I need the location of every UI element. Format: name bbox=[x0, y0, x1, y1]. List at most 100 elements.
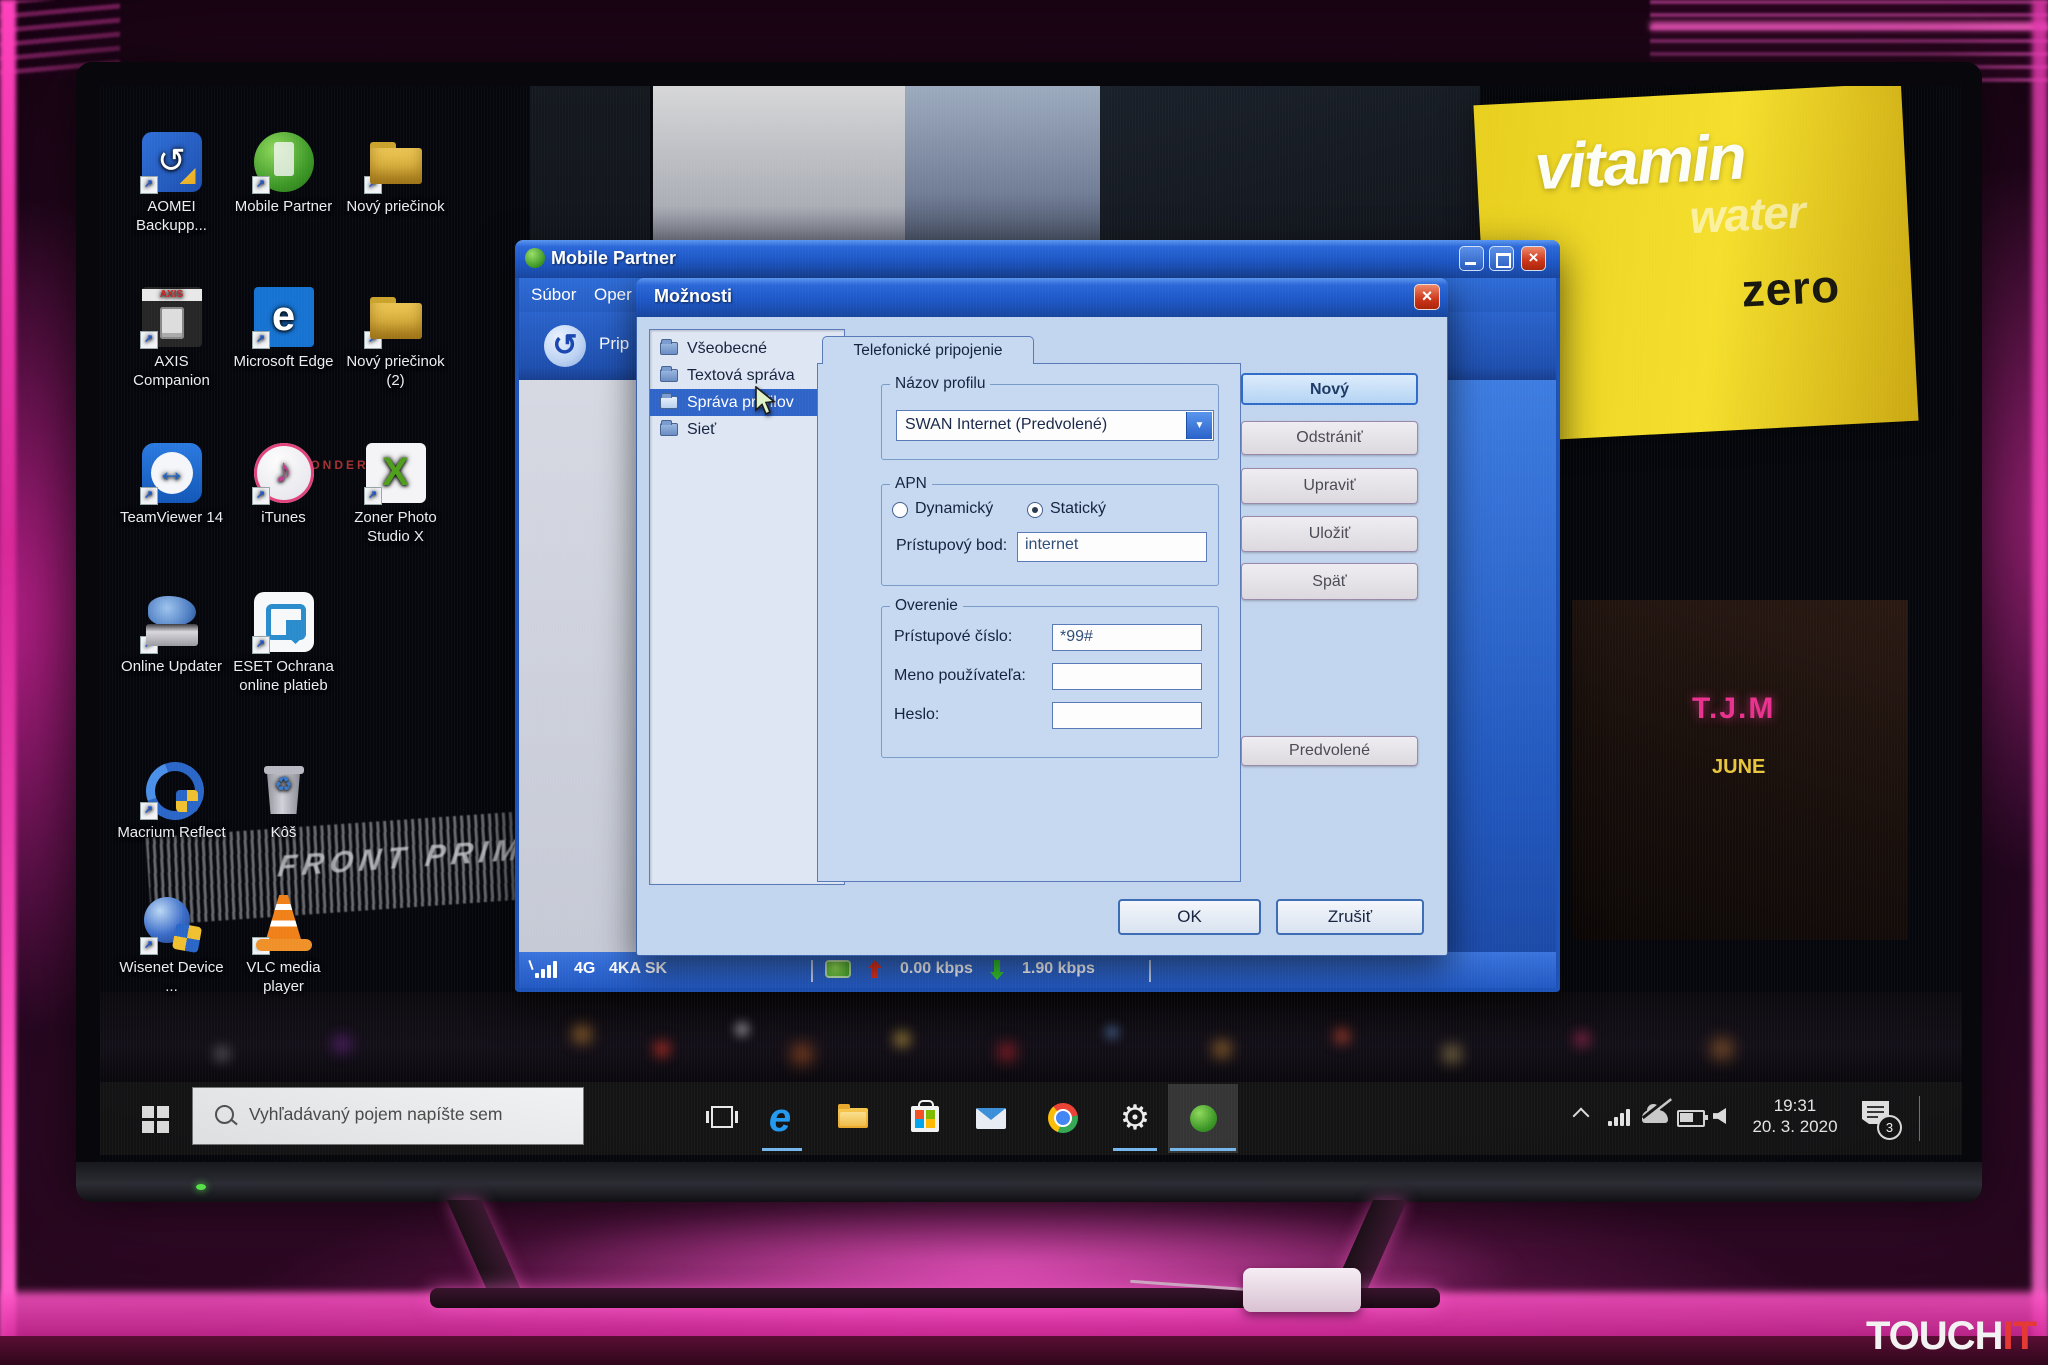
watermark-touch: TOUCH bbox=[1866, 1314, 2002, 1358]
desktop-icon-new-folder[interactable]: ↗ Nový priečinok bbox=[338, 132, 453, 216]
poster-date: JUNE bbox=[1712, 756, 1765, 779]
desktop-icon-aomei[interactable]: ↺↗ AOMEI Backupp... bbox=[114, 132, 229, 235]
close-button[interactable]: × bbox=[1521, 246, 1546, 271]
desktop-icon-teamviewer[interactable]: ↔↗ TeamViewer 14 bbox=[114, 443, 229, 527]
shortcut-arrow-icon: ↗ bbox=[252, 487, 270, 505]
dialog-close-button[interactable]: × bbox=[1414, 284, 1440, 310]
mail-icon bbox=[976, 1108, 1006, 1129]
icon-label: AOMEI Backupp... bbox=[114, 197, 229, 235]
taskbar-explorer[interactable] bbox=[831, 1096, 875, 1140]
shortcut-arrow-icon: ↗ bbox=[140, 802, 158, 820]
group-legend: Názov profilu bbox=[890, 375, 990, 393]
menu-subor[interactable]: Súbor bbox=[531, 285, 576, 305]
dialog-titlebar[interactable]: Možnosti × bbox=[636, 278, 1448, 317]
teamviewer-icon: ↔↗ bbox=[142, 443, 202, 503]
onedrive-offline-icon[interactable] bbox=[1642, 1110, 1668, 1123]
desktop-icon-vlc[interactable]: ↗ VLC media player bbox=[226, 893, 341, 996]
chevron-down-icon[interactable]: ▼ bbox=[1186, 412, 1212, 439]
save-button[interactable]: Uložiť bbox=[1241, 516, 1418, 552]
taskbar-store[interactable] bbox=[903, 1096, 947, 1140]
network-tech: 4G bbox=[574, 960, 595, 978]
shortcut-arrow-icon: ↗ bbox=[252, 176, 270, 194]
billboard-text3: zero bbox=[1740, 259, 1841, 318]
status-separator bbox=[811, 960, 813, 982]
list-item-textova-sprava[interactable]: Textová správa bbox=[650, 362, 844, 389]
access-number-label: Prístupové číslo: bbox=[894, 628, 1012, 646]
desktop-icon-itunes[interactable]: ♪↗ iTunes bbox=[226, 443, 341, 527]
tv-screen: vitamin water zero T.J.M JUNE WONDER WOM… bbox=[100, 86, 1962, 1164]
file-explorer-icon bbox=[838, 1108, 868, 1128]
new-button[interactable]: Nový bbox=[1241, 373, 1418, 405]
battery-icon[interactable] bbox=[1677, 1110, 1705, 1127]
download-speed: 1.90 kbps bbox=[1022, 960, 1095, 978]
default-button[interactable]: Predvolené bbox=[1241, 736, 1418, 766]
shortcut-arrow-icon: ↗ bbox=[364, 487, 382, 505]
ok-button[interactable]: OK bbox=[1118, 899, 1261, 935]
search-box[interactable]: Vyhľadávaný pojem napíšte sem bbox=[192, 1087, 584, 1145]
taskbar-clock[interactable]: 19:31 20. 3. 2020 bbox=[1745, 1095, 1845, 1137]
connection-icon[interactable]: ↺ bbox=[544, 325, 586, 367]
password-input[interactable] bbox=[1052, 702, 1202, 729]
watermark-it: IT bbox=[2002, 1314, 2036, 1358]
profile-select[interactable]: SWAN Internet (Predvolené) ▼ bbox=[896, 410, 1214, 441]
desktop-icon-edge[interactable]: e↗ Microsoft Edge bbox=[226, 287, 341, 371]
edge-icon: e bbox=[758, 1096, 802, 1140]
edge-icon: e↗ bbox=[254, 287, 314, 347]
blinds-highlight bbox=[1650, 22, 2048, 30]
back-button[interactable]: Späť bbox=[1241, 563, 1418, 600]
shortcut-arrow-icon: ↗ bbox=[364, 176, 382, 194]
icon-label: iTunes bbox=[226, 508, 341, 527]
ambient-glow-right bbox=[2032, 0, 2048, 1365]
desktop-icon-axis[interactable]: AXIS↗ AXIS Companion bbox=[114, 287, 229, 390]
delete-button[interactable]: Odstrániť bbox=[1241, 421, 1418, 455]
menu-oper[interactable]: Oper bbox=[594, 285, 632, 305]
list-item-label: Všeobecné bbox=[687, 340, 767, 357]
aomei-icon: ↺↗ bbox=[142, 132, 202, 192]
clock-date: 20. 3. 2020 bbox=[1745, 1116, 1845, 1137]
cancel-button[interactable]: Zrušiť bbox=[1276, 899, 1424, 935]
desktop-icon-online-updater[interactable]: ↗ Online Updater bbox=[114, 592, 229, 676]
recycle-symbol: ♻ bbox=[254, 776, 314, 795]
network-signal-icon[interactable] bbox=[1608, 1108, 1634, 1126]
online-updater-icon: ↗ bbox=[142, 592, 202, 652]
minimize-button[interactable] bbox=[1459, 246, 1484, 271]
desktop-icon-zoner[interactable]: X↗ Zoner Photo Studio X bbox=[338, 443, 453, 546]
start-button[interactable] bbox=[142, 1106, 169, 1133]
maximize-button[interactable] bbox=[1489, 246, 1514, 271]
shortcut-arrow-icon: ↗ bbox=[140, 487, 158, 505]
list-item-siet[interactable]: Sieť bbox=[650, 416, 844, 443]
list-item-sprava-profilov[interactable]: Správa profilov bbox=[650, 389, 844, 416]
task-view-button[interactable] bbox=[701, 1096, 745, 1140]
tab-telefonicke-pripojenie[interactable]: Telefonické pripojenie bbox=[822, 336, 1034, 364]
desktop-icon-macrium[interactable]: ↗ Macrium Reflect bbox=[114, 758, 229, 842]
authentication-group: Overenie Prístupové číslo: *99# Meno pou… bbox=[881, 606, 1219, 758]
show-desktop-divider[interactable] bbox=[1919, 1096, 1920, 1141]
access-point-label: Prístupový bod: bbox=[896, 537, 1007, 555]
tray-expand-chevron-icon[interactable] bbox=[1573, 1108, 1590, 1125]
taskbar-edge[interactable]: e bbox=[758, 1096, 802, 1140]
window-titlebar[interactable]: Mobile Partner × bbox=[515, 240, 1560, 278]
taskbar-mobile-partner[interactable] bbox=[1181, 1096, 1225, 1140]
desktop-icon-eset[interactable]: ↗ ESET Ochrana online platieb bbox=[226, 592, 341, 695]
radio-dynamicky[interactable] bbox=[892, 502, 908, 518]
taskbar-mail[interactable] bbox=[969, 1096, 1013, 1140]
access-point-input[interactable]: internet bbox=[1017, 532, 1207, 562]
desktop-icon-recycle-bin[interactable]: ♻ Kôš bbox=[226, 758, 341, 842]
access-number-input[interactable]: *99# bbox=[1052, 624, 1202, 651]
search-icon bbox=[215, 1105, 234, 1124]
username-input[interactable] bbox=[1052, 663, 1202, 690]
street-lights bbox=[100, 992, 104, 996]
desktop-icon-mobile-partner[interactable]: ↗ Mobile Partner bbox=[226, 132, 341, 216]
taskbar-chrome[interactable] bbox=[1041, 1096, 1085, 1140]
icon-label: Online Updater bbox=[114, 657, 229, 676]
speaker-icon[interactable] bbox=[1713, 1108, 1726, 1124]
list-item-vseobecne[interactable]: Všeobecné bbox=[650, 335, 844, 362]
signal-strength-icon bbox=[535, 960, 565, 978]
desktop-icon-wisenet[interactable]: ↗ Wisenet Device ... bbox=[114, 893, 229, 996]
taskbar-settings[interactable]: ⚙ bbox=[1113, 1096, 1157, 1140]
desktop-icon-new-folder-2[interactable]: ↗ Nový priečinok (2) bbox=[338, 287, 453, 390]
radio-staticky[interactable] bbox=[1027, 502, 1043, 518]
shortcut-arrow-icon: ↗ bbox=[252, 937, 270, 955]
edit-button[interactable]: Upraviť bbox=[1241, 468, 1418, 504]
status-separator2 bbox=[1149, 960, 1151, 982]
